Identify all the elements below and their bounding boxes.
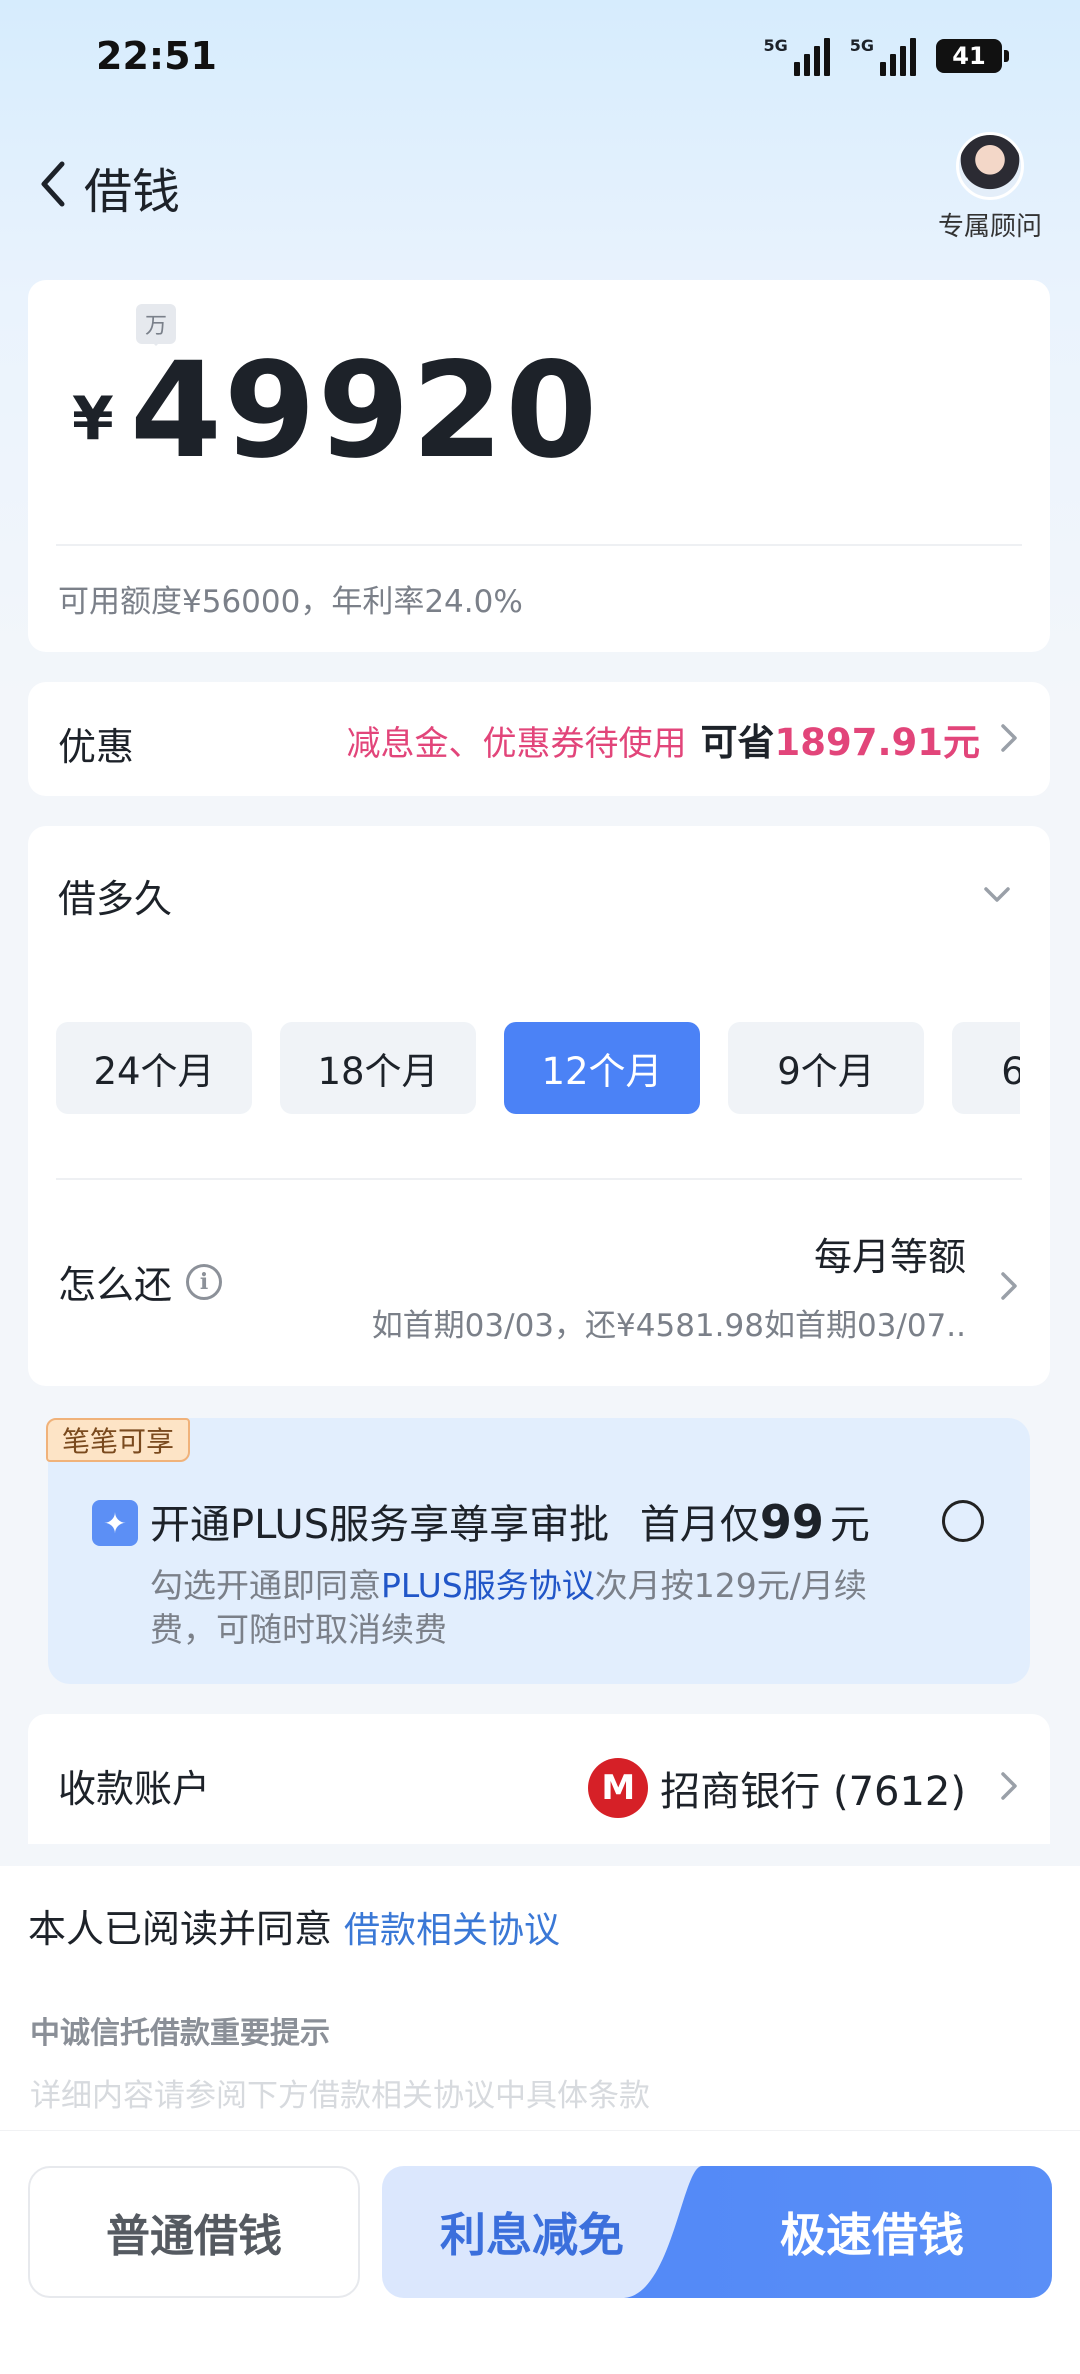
amount-input[interactable]: 49920	[130, 334, 599, 488]
save-amount: 1897.91元	[774, 721, 980, 764]
plus-radio-button[interactable]	[942, 1500, 984, 1542]
term-options: 24个月 18个月 12个月 9个月 6个月	[56, 1022, 1020, 1118]
agreement-text: 本人已阅读并同意	[28, 1907, 333, 1951]
save-prefix: 可省	[700, 721, 775, 764]
info-icon[interactable]: i	[186, 1263, 223, 1300]
notice-title: 中诚信托借款重要提示	[30, 2016, 330, 2051]
signal-icon: 5G	[850, 36, 916, 76]
plus-desc-prefix: 勾选开通即同意	[150, 1566, 381, 1605]
agreement-link[interactable]: 借款相关协议	[344, 1910, 560, 1951]
chevron-right-icon	[1001, 1772, 1017, 1800]
bottom-sheet: 本人已阅读并同意 借款相关协议 中诚信托借款重要提示 详细内容请参阅下方借款相关协…	[0, 1866, 1080, 2374]
status-time: 22:51	[96, 34, 217, 78]
chevron-right-icon	[1001, 724, 1017, 752]
amount-card: 万 ¥ 49920 可用额度¥56000，年利率24.0%	[28, 280, 1050, 652]
plus-title-text: 开通PLUS服务享尊享审批	[150, 1502, 610, 1548]
plus-service-card[interactable]: 笔笔可享 ✦ 开通PLUS服务享尊享审批 首月仅99 元 勾选开通即同意PLUS服…	[46, 1418, 1030, 1684]
agreement-line: 本人已阅读并同意 借款相关协议	[28, 1898, 560, 1953]
account-label: 收款账户	[58, 1767, 211, 1811]
plus-title: 开通PLUS服务享尊享审批 首月仅99 元	[150, 1492, 870, 1550]
term-option-selected[interactable]: 12个月	[504, 1022, 700, 1114]
term-label: 借多久	[58, 877, 173, 921]
limit-text: 可用额度¥56000，年利率24.0%	[58, 584, 523, 620]
back-arrow-icon[interactable]	[34, 156, 74, 212]
term-card: 借多久 24个月 18个月 12个月 9个月 6个月 怎么还 i 每月等额 如首…	[28, 826, 1050, 1386]
currency-symbol: ¥	[72, 384, 114, 454]
plus-price-prefix: 首月仅	[639, 1502, 760, 1548]
advisor-avatar	[956, 132, 1024, 200]
divider	[0, 2130, 1080, 2131]
bank-name: 招商银行 (7612)	[660, 1769, 966, 1815]
bank-info: M 招商银行 (7612)	[588, 1758, 966, 1818]
page-title: 借钱	[84, 164, 181, 220]
term-option[interactable]: 24个月	[56, 1022, 252, 1114]
bank-logo-icon: M	[588, 1758, 649, 1818]
term-option[interactable]: 6个月	[952, 1022, 1020, 1114]
plus-agreement-link[interactable]: PLUS服务协议	[381, 1566, 595, 1605]
discount-row[interactable]: 优惠 减息金、优惠券待使用 可省1897.91元	[28, 682, 1050, 796]
account-row[interactable]: 收款账户 M 招商银行 (7612)	[28, 1714, 1050, 1844]
discount-note: 减息金、优惠券待使用	[346, 724, 687, 764]
borrow-combo-button: 利息减免 极速借钱	[382, 2166, 1052, 2298]
normal-borrow-button[interactable]: 普通借钱	[28, 2166, 360, 2298]
term-option[interactable]: 18个月	[280, 1022, 476, 1114]
repay-method[interactable]: 每月等额	[814, 1226, 966, 1281]
repay-label: 怎么还	[58, 1263, 173, 1307]
plus-desc: 勾选开通即同意PLUS服务协议次月按129元/月续费，可随时取消续费	[150, 1564, 930, 1652]
repay-detail: 如首期03/03，还¥4581.98如首期03/07..	[371, 1308, 966, 1344]
advisor-button[interactable]: 专属顾问	[930, 132, 1050, 243]
discount-info: 减息金、优惠券待使用 可省1897.91元	[346, 712, 980, 766]
discount-label: 优惠	[58, 725, 135, 769]
discount-save: 可省1897.91元	[700, 712, 980, 766]
sim2-label: 5G	[849, 36, 874, 55]
notice-subtitle: 详细内容请参阅下方借款相关协议中具体条款	[30, 2078, 650, 2114]
advisor-label: 专属顾问	[937, 212, 1042, 242]
chevron-down-icon[interactable]	[980, 884, 1014, 906]
plus-price: 99	[759, 1495, 824, 1549]
divider	[56, 1178, 1022, 1180]
fast-borrow-button[interactable]: 极速借钱	[722, 2166, 1022, 2298]
chevron-right-icon[interactable]	[998, 1268, 1020, 1304]
term-option[interactable]: 9个月	[728, 1022, 924, 1114]
plus-badge: 笔笔可享	[46, 1418, 191, 1462]
divider	[56, 544, 1022, 546]
repay-label-group: 怎么还 i	[58, 1254, 223, 1309]
sim1-label: 5G	[763, 36, 788, 55]
battery-icon: 41	[936, 39, 1009, 73]
interest-discount-button[interactable]: 利息减免	[382, 2166, 682, 2298]
plus-bird-icon: ✦	[92, 1500, 138, 1546]
signal-icon: 5G	[763, 36, 830, 76]
status-icons: 5G 5G 41	[763, 36, 1009, 76]
plus-price-suffix: 元	[829, 1502, 870, 1548]
